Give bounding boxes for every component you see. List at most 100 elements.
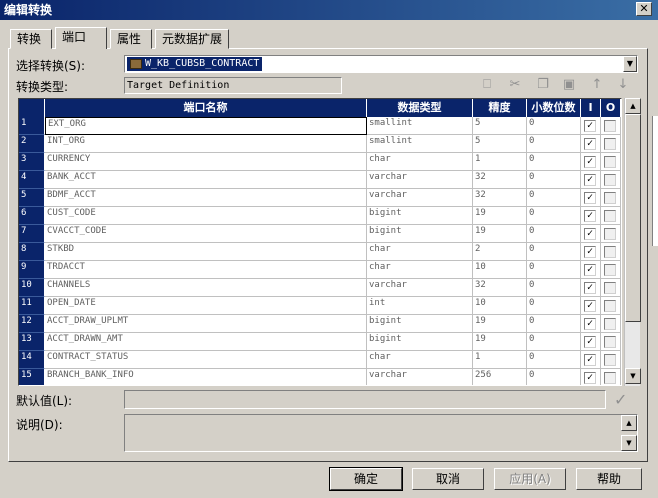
col-header-precision[interactable]: 精度 xyxy=(473,99,527,117)
col-header-datatype[interactable]: 数据类型 xyxy=(367,99,473,117)
cell-precision[interactable]: 19 xyxy=(473,333,527,351)
apply-button[interactable]: 应用(A) xyxy=(494,468,566,490)
scroll-up-icon[interactable]: ▲ xyxy=(625,98,641,114)
move-up-icon[interactable]: ↑ xyxy=(588,76,606,94)
cell-name[interactable]: CURRENCY xyxy=(45,153,367,171)
table-row[interactable]: 3 CURRENCY char 1 0 ✓ xyxy=(19,153,621,171)
cell-scale[interactable]: 0 xyxy=(527,243,581,261)
col-header-output[interactable]: O xyxy=(601,99,621,117)
tab-ports[interactable]: 端口 xyxy=(55,27,107,49)
copy-icon[interactable]: ❐ xyxy=(534,76,552,94)
cell-type[interactable]: varchar xyxy=(367,279,473,297)
cell-precision[interactable]: 19 xyxy=(473,225,527,243)
col-header-port-name[interactable]: 端口名称 xyxy=(45,99,367,117)
cell-name[interactable]: ACCT_DRAWN_AMT xyxy=(45,333,367,351)
table-row[interactable]: 13 ACCT_DRAWN_AMT bigint 19 0 ✓ xyxy=(19,333,621,351)
output-checkbox[interactable] xyxy=(604,192,616,204)
cell-precision[interactable]: 1 xyxy=(473,351,527,369)
input-checkbox[interactable]: ✓ xyxy=(584,246,596,258)
cell-name[interactable]: TRDACCT xyxy=(45,261,367,279)
cell-precision[interactable]: 256 xyxy=(473,369,527,385)
table-row[interactable]: 14 CONTRACT_STATUS char 1 0 ✓ xyxy=(19,351,621,369)
cell-scale[interactable]: 0 xyxy=(527,315,581,333)
cell-scale[interactable]: 0 xyxy=(527,279,581,297)
output-checkbox[interactable] xyxy=(604,246,616,258)
cell-name[interactable]: BANK_ACCT xyxy=(45,171,367,189)
cell-type[interactable]: bigint xyxy=(367,225,473,243)
cell-precision[interactable]: 2 xyxy=(473,243,527,261)
table-row[interactable]: 11 OPEN_DATE int 10 0 ✓ xyxy=(19,297,621,315)
cut-icon[interactable]: ✂ xyxy=(506,76,524,94)
output-checkbox[interactable] xyxy=(604,120,616,132)
cell-name[interactable]: BRANCH_BANK_INFO xyxy=(45,369,367,385)
output-checkbox[interactable] xyxy=(604,336,616,348)
col-header-scale[interactable]: 小数位数 xyxy=(527,99,581,117)
input-checkbox[interactable]: ✓ xyxy=(584,354,596,366)
output-checkbox[interactable] xyxy=(604,174,616,186)
cell-name[interactable]: ACCT_DRAW_UPLMT xyxy=(45,315,367,333)
col-header-input[interactable]: I xyxy=(581,99,601,117)
cell-type[interactable]: varchar xyxy=(367,189,473,207)
cell-name[interactable]: STKBD xyxy=(45,243,367,261)
output-checkbox[interactable] xyxy=(604,318,616,330)
description-field[interactable]: ▲ ▼ xyxy=(124,414,638,452)
cell-scale[interactable]: 0 xyxy=(527,333,581,351)
cell-name[interactable]: EXT_ORG xyxy=(45,117,367,135)
output-checkbox[interactable] xyxy=(604,228,616,240)
validate-icon[interactable]: ✓ xyxy=(614,390,627,409)
table-row[interactable]: 15 BRANCH_BANK_INFO varchar 256 0 ✓ xyxy=(19,369,621,385)
input-checkbox[interactable]: ✓ xyxy=(584,210,596,222)
cell-name[interactable]: OPEN_DATE xyxy=(45,297,367,315)
cell-name[interactable]: CUST_CODE xyxy=(45,207,367,225)
table-row[interactable]: 1 EXT_ORG smallint 5 0 ✓ xyxy=(19,117,621,135)
select-transform-combo[interactable]: W_KB_CUBSB_CONTRACT ▼ xyxy=(124,55,638,73)
chevron-down-icon[interactable]: ▼ xyxy=(623,56,637,72)
input-checkbox[interactable]: ✓ xyxy=(584,192,596,204)
output-checkbox[interactable] xyxy=(604,282,616,294)
input-checkbox[interactable]: ✓ xyxy=(584,156,596,168)
input-checkbox[interactable]: ✓ xyxy=(584,264,596,276)
output-checkbox[interactable] xyxy=(604,156,616,168)
table-row[interactable]: 4 BANK_ACCT varchar 32 0 ✓ xyxy=(19,171,621,189)
table-row[interactable]: 5 BDMF_ACCT varchar 32 0 ✓ xyxy=(19,189,621,207)
cell-scale[interactable]: 0 xyxy=(527,153,581,171)
cell-scale[interactable]: 0 xyxy=(527,171,581,189)
cell-type[interactable]: char xyxy=(367,351,473,369)
cell-precision[interactable]: 19 xyxy=(473,315,527,333)
table-row[interactable]: 8 STKBD char 2 0 ✓ xyxy=(19,243,621,261)
paste-icon[interactable]: ▣ xyxy=(560,76,578,94)
input-checkbox[interactable]: ✓ xyxy=(584,372,596,384)
cell-type[interactable]: char xyxy=(367,153,473,171)
cell-name[interactable]: CONTRACT_STATUS xyxy=(45,351,367,369)
cell-name[interactable]: CVACCT_CODE xyxy=(45,225,367,243)
cell-precision[interactable]: 5 xyxy=(473,135,527,153)
cell-scale[interactable]: 0 xyxy=(527,135,581,153)
desc-scroll-down-icon[interactable]: ▼ xyxy=(621,435,637,451)
new-port-icon[interactable]: ⎕ xyxy=(478,76,496,94)
cell-type[interactable]: varchar xyxy=(367,369,473,385)
cell-type[interactable]: int xyxy=(367,297,473,315)
tab-properties[interactable]: 属性 xyxy=(110,29,152,49)
cell-precision[interactable]: 1 xyxy=(473,153,527,171)
cell-scale[interactable]: 0 xyxy=(527,225,581,243)
cell-scale[interactable]: 0 xyxy=(527,207,581,225)
cell-type[interactable]: char xyxy=(367,261,473,279)
cell-name[interactable]: CHANNELS xyxy=(45,279,367,297)
input-checkbox[interactable]: ✓ xyxy=(584,120,596,132)
ok-button[interactable]: 确定 xyxy=(329,467,403,491)
cell-precision[interactable]: 10 xyxy=(473,297,527,315)
input-checkbox[interactable]: ✓ xyxy=(584,138,596,150)
output-checkbox[interactable] xyxy=(604,300,616,312)
table-row[interactable]: 2 INT_ORG smallint 5 0 ✓ xyxy=(19,135,621,153)
input-checkbox[interactable]: ✓ xyxy=(584,318,596,330)
move-down-icon[interactable]: ↓ xyxy=(614,76,632,94)
close-icon[interactable]: ✕ xyxy=(636,2,652,16)
tab-transform[interactable]: 转换 xyxy=(10,29,52,49)
output-checkbox[interactable] xyxy=(604,264,616,276)
cell-precision[interactable]: 32 xyxy=(473,189,527,207)
scroll-thumb[interactable] xyxy=(625,114,641,322)
input-checkbox[interactable]: ✓ xyxy=(584,282,596,294)
scroll-down-icon[interactable]: ▼ xyxy=(625,368,641,384)
tab-metadata-extensions[interactable]: 元数据扩展 xyxy=(155,29,229,49)
cell-name[interactable]: BDMF_ACCT xyxy=(45,189,367,207)
